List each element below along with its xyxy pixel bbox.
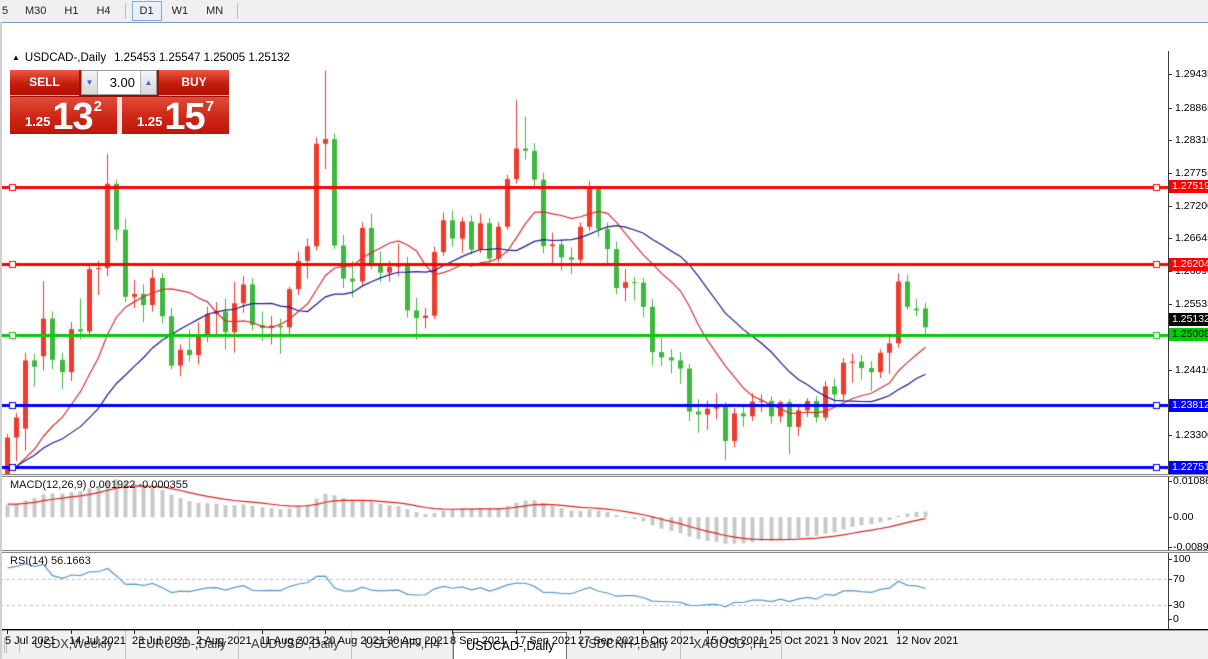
rsi-tick-label: 70 (1173, 573, 1185, 585)
rsi-tick-label: 30 (1173, 599, 1185, 611)
timeframe-button-mn[interactable]: MN (198, 1, 231, 21)
buy-price-display[interactable]: 1.25157 (122, 97, 229, 134)
toolbar-separator (237, 3, 238, 19)
tab-usdchf-h4[interactable]: USDCHF-,H4 (352, 631, 453, 659)
hline-price-label: 1.22751 (1169, 461, 1208, 474)
tab-xauusd-h1[interactable]: XAUUSD-,H1 (681, 631, 782, 659)
sell-price-base: 1.25 (25, 114, 50, 129)
price-tick-label: 1.23300 (1175, 429, 1208, 441)
hline-price-label: 1.26204 (1169, 258, 1208, 271)
tab-audusd-daily[interactable]: AUDUSD-,Daily (239, 631, 352, 659)
buy-price-pips: 15 (164, 102, 204, 132)
volume-decrease-icon[interactable]: ▼ (82, 71, 98, 94)
chart-title: ▲ USDCAD-,Daily 1.25453 1.25547 1.25005 1.… (12, 52, 290, 64)
price-tick-label: 1.24410 (1175, 364, 1208, 376)
price-tick-label: 1.25535 (1175, 298, 1208, 310)
timeframe-button-m30[interactable]: M30 (17, 1, 54, 21)
rsi-tick-label: 0 (1173, 613, 1179, 625)
tabs-grip[interactable] (4, 637, 20, 653)
price-tick-label: 1.29435 (1175, 68, 1208, 80)
rsi-indicator-label: RSI(14) 56.1663 (10, 555, 91, 567)
rsi-value: 56.1663 (51, 555, 91, 567)
sell-price-point: 2 (94, 98, 102, 115)
timeframe-button-h1[interactable]: H1 (56, 1, 86, 21)
price-tick-label: 1.27755 (1175, 167, 1208, 179)
panel-splitter-rsi[interactable] (0, 550, 1208, 553)
price-tick-label: 1.28310 (1175, 134, 1208, 146)
time-axis-line (0, 629, 1208, 630)
hline-price-label: 1.23812 (1169, 399, 1208, 412)
tab-usdx-weekly[interactable]: USDX,Weekly (22, 631, 126, 659)
chart-symbol-label: USDCAD-,Daily (25, 52, 106, 64)
buy-price-point: 7 (206, 98, 214, 115)
tab-usdcnh-daily[interactable]: USDCNH-,Daily (567, 631, 681, 659)
timeframe-toolbar: 5 M30 H1 H4 D1 W1 MN (0, 0, 1208, 23)
chart-tabs-bar: USDX,Weekly EURUSD-,Daily AUDUSD-,Daily … (0, 630, 1208, 659)
price-tick-label: 1.27200 (1175, 200, 1208, 212)
volume-stepper: ▼ 3.00 ▲ (81, 70, 157, 95)
timeframe-button-w1[interactable]: W1 (164, 1, 197, 21)
price-tick-label: 1.26645 (1175, 232, 1208, 244)
timeframe-button-d1[interactable]: D1 (132, 1, 162, 21)
sell-price-pips: 13 (52, 102, 92, 132)
chart-ohlc-values: 1.25453 1.25547 1.25005 1.25132 (114, 52, 290, 64)
toolbar-separator (125, 3, 126, 19)
hline-price-label: 1.27519 (1169, 180, 1208, 193)
one-click-trade-panel: SELL ▼ 3.00 ▲ BUY 1.25132 1.25157 (10, 70, 229, 134)
price-tick-label: 1.26090 (1175, 265, 1208, 277)
timeframe-button-h4[interactable]: H4 (88, 1, 118, 21)
buy-price-base: 1.25 (137, 114, 162, 129)
macd-indicator-label: MACD(12,26,9) 0.001922 -0.000355 (10, 479, 188, 491)
volume-input[interactable]: 3.00 (98, 71, 140, 94)
mt4-window: 5 M30 H1 H4 D1 W1 MN ▲ USDCAD-,Daily 1.254… (0, 0, 1208, 659)
sell-button[interactable]: SELL (10, 70, 79, 96)
rsi-tick-label: 100 (1173, 553, 1191, 565)
hline-price-label: 1.25008 (1169, 328, 1208, 341)
buy-button[interactable]: BUY (159, 70, 229, 96)
collapse-arrow-icon[interactable]: ▲ (12, 53, 20, 62)
current-price-label: 1.25132 (1169, 313, 1208, 326)
volume-increase-icon[interactable]: ▲ (140, 71, 156, 94)
sell-price-display[interactable]: 1.25132 (10, 97, 117, 134)
tab-eurusd-daily[interactable]: EURUSD-,Daily (126, 631, 239, 659)
tab-usdcad-daily[interactable]: USDCAD-,Daily (453, 632, 567, 659)
price-tick-label: 1.28865 (1175, 102, 1208, 114)
rsi-indicator-canvas[interactable] (0, 553, 1168, 629)
chart-window: ▲ USDCAD-,Daily 1.25453 1.25547 1.25005 1.… (0, 22, 1208, 631)
macd-tick-label: 0.00 (1173, 511, 1193, 523)
price-axis-line[interactable] (1168, 51, 1169, 629)
window-left-edge (0, 22, 2, 659)
panel-splitter-macd[interactable] (0, 474, 1208, 477)
timeframe-button-m15[interactable]: 5 (1, 1, 15, 21)
macd-values: 0.001922 -0.000355 (89, 479, 187, 491)
